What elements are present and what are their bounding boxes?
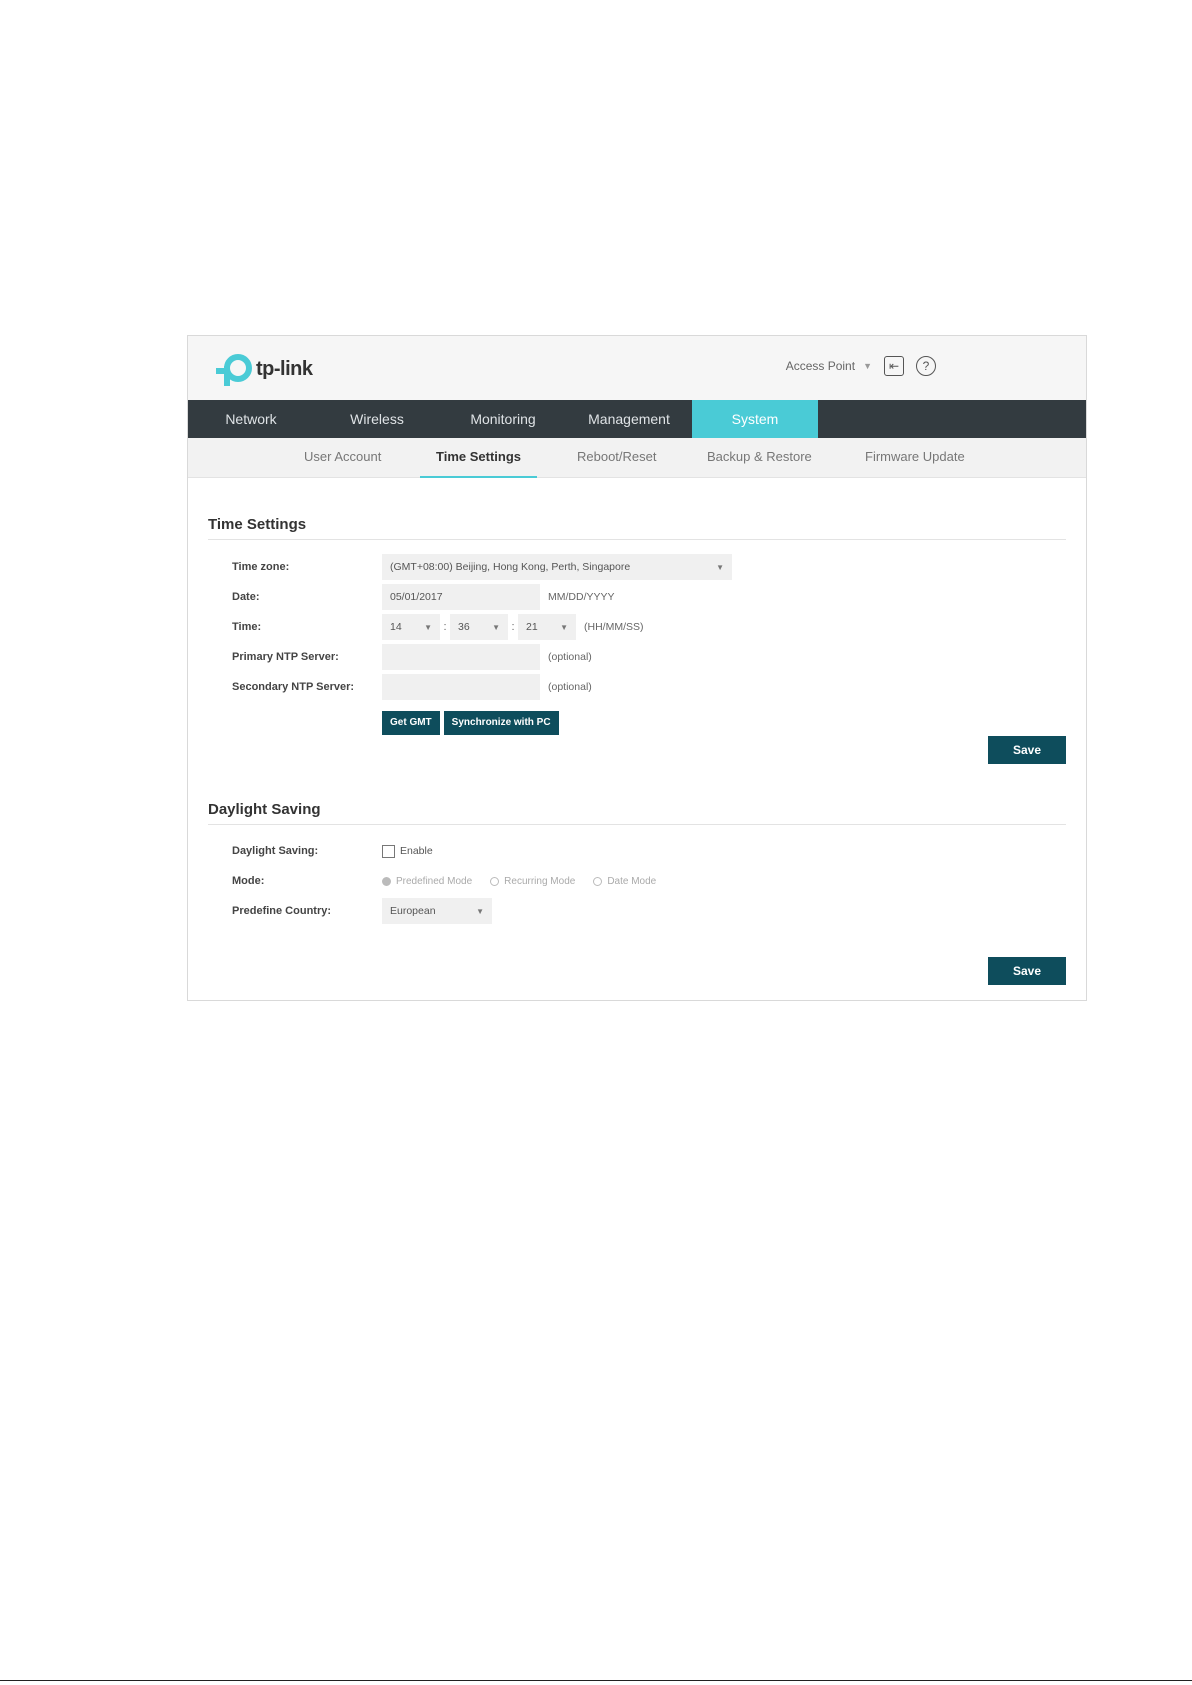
daylight-enable-text: Enable: [400, 845, 433, 857]
date-format-hint: MM/DD/YYYY: [548, 591, 615, 603]
help-icon[interactable]: ?: [916, 356, 936, 376]
divider: [208, 539, 1066, 540]
primary-ntp-row: Primary NTP Server: (optional): [232, 644, 592, 670]
primary-ntp-hint: (optional): [548, 651, 592, 663]
date-mode-text: Date Mode: [607, 875, 657, 887]
daylight-enable-row: Daylight Saving: Enable: [232, 838, 433, 864]
date-row: Date: 05/01/2017 MM/DD/YYYY: [232, 584, 615, 610]
date-field[interactable]: 05/01/2017: [382, 584, 540, 610]
date-value: 05/01/2017: [390, 591, 443, 603]
top-bar: tp-link Access Point ▼ ⇤ ?: [188, 336, 1086, 400]
secondary-ntp-hint: (optional): [548, 681, 592, 693]
predefined-mode-text: Predefined Mode: [396, 875, 473, 887]
hour-select[interactable]: 14 ▼: [382, 614, 440, 640]
page-bottom-rule: [0, 1680, 1192, 1681]
brand-name: tp-link: [256, 357, 313, 380]
minute-value: 36: [458, 621, 470, 633]
main-nav-management[interactable]: Management: [566, 400, 692, 438]
get-gmt-button[interactable]: Get GMT: [382, 711, 440, 735]
time-format-hint: (HH/MM/SS): [584, 621, 644, 633]
radio-selected-icon: [382, 876, 391, 886]
time-settings-save-button[interactable]: Save: [988, 736, 1066, 764]
time-zone-value: (GMT+08:00) Beijing, Hong Kong, Perth, S…: [390, 561, 631, 573]
chevron-down-icon: ▼: [476, 906, 484, 916]
divider: [208, 824, 1066, 825]
daylight-mode-row: Mode: Predefined Mode Recurring Mode Dat…: [232, 868, 674, 894]
time-actions: Get GMT Synchronize with PC: [382, 710, 559, 736]
daylight-saving-label: Daylight Saving:: [232, 845, 319, 857]
recurring-mode-text: Recurring Mode: [504, 875, 576, 887]
time-separator: :: [443, 621, 447, 633]
chevron-down-icon: ▼: [560, 622, 568, 632]
second-value: 21: [526, 621, 538, 633]
sub-nav-backup-restore[interactable]: Backup & Restore: [707, 438, 812, 478]
chevron-down-icon: ▼: [424, 622, 432, 632]
time-label: Time:: [232, 621, 262, 633]
daylight-enable-checkbox[interactable]: [382, 844, 395, 858]
main-nav-monitoring[interactable]: Monitoring: [440, 400, 566, 438]
predefine-country-select[interactable]: European ▼: [382, 898, 492, 924]
chevron-down-icon: ▼: [863, 361, 872, 371]
date-mode-option[interactable]: Date Mode: [593, 876, 656, 887]
brand-logo: tp-link: [216, 352, 313, 386]
secondary-ntp-row: Secondary NTP Server: (optional): [232, 674, 592, 700]
synchronize-with-pc-button[interactable]: Synchronize with PC: [443, 711, 559, 735]
minute-select[interactable]: 36 ▼: [450, 614, 508, 640]
chevron-down-icon: ▼: [492, 622, 500, 632]
sub-nav-time-settings[interactable]: Time Settings: [420, 438, 538, 478]
main-nav-network[interactable]: Network: [188, 400, 314, 438]
secondary-ntp-input[interactable]: [382, 674, 540, 700]
hour-value: 14: [390, 621, 402, 633]
time-zone-select[interactable]: (GMT+08:00) Beijing, Hong Kong, Perth, S…: [382, 554, 732, 580]
mode-select[interactable]: Access Point ▼: [786, 359, 872, 373]
time-zone-row: Time zone: (GMT+08:00) Beijing, Hong Kon…: [232, 554, 732, 580]
logout-icon[interactable]: ⇤: [884, 356, 904, 376]
mode-label: Mode:: [232, 875, 265, 887]
primary-ntp-label: Primary NTP Server:: [232, 651, 339, 663]
mode-select-value: Access Point: [785, 359, 856, 373]
sub-nav-firmware-update[interactable]: Firmware Update: [865, 438, 965, 478]
daylight-saving-save-button[interactable]: Save: [988, 957, 1066, 985]
sub-nav-user-account[interactable]: User Account: [304, 438, 381, 478]
predefine-country-value: European: [390, 905, 436, 917]
app-window: tp-link Access Point ▼ ⇤ ? Network Wirel…: [187, 335, 1087, 1001]
time-row: Time: 14 ▼ : 36 ▼ : 21 ▼ (HH/MM/SS): [232, 614, 644, 640]
tp-link-logo-icon: [216, 352, 252, 386]
predefined-mode-option[interactable]: Predefined Mode: [382, 876, 472, 887]
secondary-ntp-label: Secondary NTP Server:: [232, 681, 355, 693]
sub-nav-reboot-reset[interactable]: Reboot/Reset: [577, 438, 657, 478]
time-separator: :: [511, 621, 515, 633]
sub-nav: User Account Time Settings Reboot/Reset …: [188, 438, 1086, 478]
predefine-country-row: Predefine Country: European ▼: [232, 898, 492, 924]
predefine-country-label: Predefine Country:: [232, 905, 332, 917]
second-select[interactable]: 21 ▼: [518, 614, 576, 640]
time-settings-heading: Time Settings: [208, 516, 307, 533]
main-nav-system[interactable]: System: [692, 400, 818, 438]
date-label: Date:: [232, 591, 260, 603]
chevron-down-icon: ▼: [716, 562, 724, 572]
time-zone-label: Time zone:: [232, 561, 290, 573]
recurring-mode-option[interactable]: Recurring Mode: [490, 876, 575, 887]
primary-ntp-input[interactable]: [382, 644, 540, 670]
radio-icon: [593, 876, 603, 886]
daylight-saving-heading: Daylight Saving: [208, 801, 321, 818]
radio-icon: [490, 876, 500, 886]
main-nav-wireless[interactable]: Wireless: [314, 400, 440, 438]
main-nav: Network Wireless Monitoring Management S…: [188, 400, 1086, 438]
